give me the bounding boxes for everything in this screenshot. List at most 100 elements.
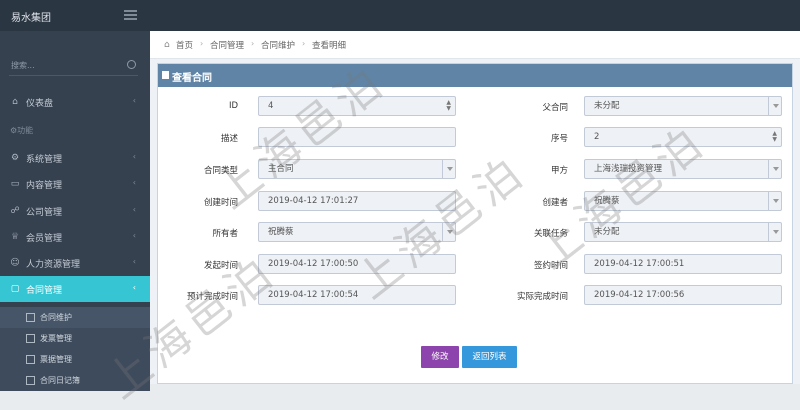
id-label: ID bbox=[228, 101, 238, 111]
description-field[interactable] bbox=[258, 127, 456, 147]
contract-icon: ▢ bbox=[10, 284, 20, 294]
chevron-down-icon[interactable] bbox=[768, 223, 781, 241]
parent-contract-label: 父合同 bbox=[542, 103, 568, 113]
party-a-select[interactable]: 上海浅瑞投资管理 bbox=[584, 159, 782, 179]
breadcrumb-contract-maintain[interactable]: 合同维护 bbox=[261, 39, 295, 51]
brand-name: 易水集团 bbox=[11, 13, 51, 24]
sidebar-subitem-label: 合同日记簿 bbox=[40, 376, 80, 385]
sidebar-subitem-label: 发票管理 bbox=[40, 334, 72, 343]
sidebar-item-company[interactable]: ☍ 公司管理 ‹ bbox=[0, 198, 150, 224]
chevron-left-icon: ‹ bbox=[132, 152, 136, 161]
party-a-value: 上海浅瑞投资管理 bbox=[594, 164, 663, 174]
actual-completion-label: 实际完成时间 bbox=[516, 292, 568, 302]
chevron-down-icon[interactable] bbox=[442, 223, 455, 241]
sidebar-item-hr[interactable]: ☺ 人力资源管理 ‹ bbox=[0, 250, 150, 276]
panel-title: 查看合同 bbox=[172, 73, 212, 84]
breadcrumb-current: 查看明细 bbox=[312, 41, 347, 51]
contract-type-label: 合同类型 bbox=[203, 166, 238, 176]
id-field[interactable]: 4 ▲ ▼ bbox=[258, 96, 456, 116]
chevron-down-icon[interactable] bbox=[768, 160, 781, 178]
chevron-left-icon: ‹ bbox=[132, 231, 136, 240]
owner-select[interactable]: 祝腾蔡 bbox=[258, 222, 456, 242]
folder-icon bbox=[26, 355, 35, 364]
chevron-left-icon: ‹ bbox=[132, 283, 136, 292]
related-task-select[interactable]: 未分配 bbox=[584, 222, 782, 242]
people-icon: ☺ bbox=[10, 258, 20, 268]
start-time-field[interactable]: 2019-04-12 17:00:50 bbox=[258, 254, 456, 274]
main-content: ⌂ 首页 › 合同管理 › 合同维护 › 查看明细 查看合同 ID 4 ▲ ▼ 描… bbox=[150, 31, 800, 384]
contract-type-select[interactable]: 主合同 bbox=[258, 159, 456, 179]
chevron-left-icon: ‹ bbox=[132, 178, 136, 187]
sidebar-item-label: 会员管理 bbox=[26, 234, 63, 244]
search-icon[interactable] bbox=[127, 60, 136, 69]
contract-type-value: 主合同 bbox=[268, 164, 294, 174]
chevron-down-icon[interactable] bbox=[768, 97, 781, 115]
chevron-down-icon[interactable] bbox=[768, 192, 781, 210]
sequence-field[interactable]: 2 ▲ ▼ bbox=[584, 127, 782, 147]
breadcrumb-separator: › bbox=[251, 39, 255, 48]
spinner-icon[interactable]: ▲ ▼ bbox=[772, 131, 777, 143]
signing-time-label: 签约时间 bbox=[533, 261, 568, 271]
sidebar-subitem-bill[interactable]: 票据管理 bbox=[0, 349, 150, 370]
actual-completion-field[interactable]: 2019-04-12 17:00:56 bbox=[584, 285, 782, 305]
home-icon: ⌂ bbox=[12, 97, 18, 107]
breadcrumb-contract-mgmt[interactable]: 合同管理 bbox=[210, 39, 244, 51]
settings-icon: ⚙ bbox=[10, 153, 20, 163]
sidebar-item-contract[interactable]: ▢ 合同管理 ‹ bbox=[0, 276, 150, 302]
search-placeholder: 搜索... bbox=[11, 61, 35, 70]
sidebar-item-label: 系统管理 bbox=[26, 155, 63, 165]
sidebar-subitem-label: 合同维护 bbox=[40, 313, 72, 322]
expected-completion-label: 预计完成时间 bbox=[186, 292, 238, 302]
sequence-label: 序号 bbox=[550, 134, 568, 144]
menu-toggle-icon[interactable] bbox=[124, 10, 137, 20]
org-icon: ☍ bbox=[10, 206, 20, 216]
sidebar-item-system[interactable]: ⚙ 系统管理 ‹ bbox=[0, 145, 150, 171]
top-bar: 易水集团 bbox=[0, 0, 800, 31]
sidebar-item-content[interactable]: ▭ 内容管理 ‹ bbox=[0, 171, 150, 197]
created-time-label: 创建时间 bbox=[203, 198, 238, 208]
sidebar-subitem-journal[interactable]: 合同日记簿 bbox=[0, 370, 150, 391]
related-task-value: 未分配 bbox=[594, 227, 620, 237]
expected-completion-field[interactable]: 2019-04-12 17:00:54 bbox=[258, 285, 456, 305]
document-icon bbox=[162, 71, 169, 79]
breadcrumb-home[interactable]: 首页 bbox=[176, 39, 193, 51]
sidebar-subitem-contract-maintain[interactable]: 合同维护 bbox=[0, 307, 150, 328]
created-time-field[interactable]: 2019-04-12 17:01:27 bbox=[258, 191, 456, 211]
signing-time-field[interactable]: 2019-04-12 17:00:51 bbox=[584, 254, 782, 274]
chevron-down-icon[interactable] bbox=[442, 160, 455, 178]
section-label: 功能 bbox=[17, 126, 34, 135]
created-time-value: 2019-04-12 17:01:27 bbox=[268, 196, 359, 206]
edit-button[interactable]: 修改 bbox=[421, 346, 459, 368]
back-to-list-button[interactable]: 返回列表 bbox=[462, 346, 517, 368]
parent-contract-value: 未分配 bbox=[594, 101, 620, 111]
creator-value: 祝腾蔡 bbox=[594, 196, 620, 206]
parent-contract-select[interactable]: 未分配 bbox=[584, 96, 782, 116]
sidebar-item-label: 内容管理 bbox=[26, 181, 63, 191]
home-icon: ⌂ bbox=[164, 40, 170, 50]
sidebar-subitem-invoice[interactable]: 发票管理 bbox=[0, 328, 150, 349]
start-time-value: 2019-04-12 17:00:50 bbox=[268, 259, 359, 269]
trophy-icon: ♕ bbox=[10, 232, 20, 242]
spinner-icon[interactable]: ▲ ▼ bbox=[446, 100, 451, 112]
sidebar-item-label: 仪表盘 bbox=[26, 99, 54, 109]
owner-value: 祝腾蔡 bbox=[268, 227, 294, 237]
invoice-icon bbox=[26, 334, 35, 343]
creator-select[interactable]: 祝腾蔡 bbox=[584, 191, 782, 211]
sidebar-subitem-label: 票据管理 bbox=[40, 355, 72, 364]
sidebar-item-member[interactable]: ♕ 会员管理 ‹ bbox=[0, 224, 150, 250]
breadcrumb-separator: › bbox=[200, 39, 204, 48]
sidebar-section-heading: ⚙功能 bbox=[10, 125, 33, 136]
chevron-left-icon: ‹ bbox=[132, 205, 136, 214]
chevron-left-icon: ‹ bbox=[132, 257, 136, 266]
id-value: 4 bbox=[268, 101, 274, 111]
content-icon: ▭ bbox=[10, 179, 20, 189]
sidebar-item-label: 合同管理 bbox=[26, 286, 63, 296]
contract-detail-panel: 查看合同 ID 4 ▲ ▼ 描述 合同类型 主合同 创建时间 2019-04-12… bbox=[157, 63, 793, 384]
sequence-value: 2 bbox=[594, 132, 600, 142]
description-label: 描述 bbox=[220, 134, 238, 144]
sidebar-item-dashboard[interactable]: ⌂ 仪表盘 ‹ bbox=[0, 89, 150, 115]
sidebar-item-label: 公司管理 bbox=[26, 208, 63, 218]
related-task-label: 关联任务 bbox=[533, 229, 568, 239]
sidebar-search-input[interactable]: 搜索... bbox=[9, 56, 138, 76]
creator-label: 创建者 bbox=[542, 198, 568, 208]
